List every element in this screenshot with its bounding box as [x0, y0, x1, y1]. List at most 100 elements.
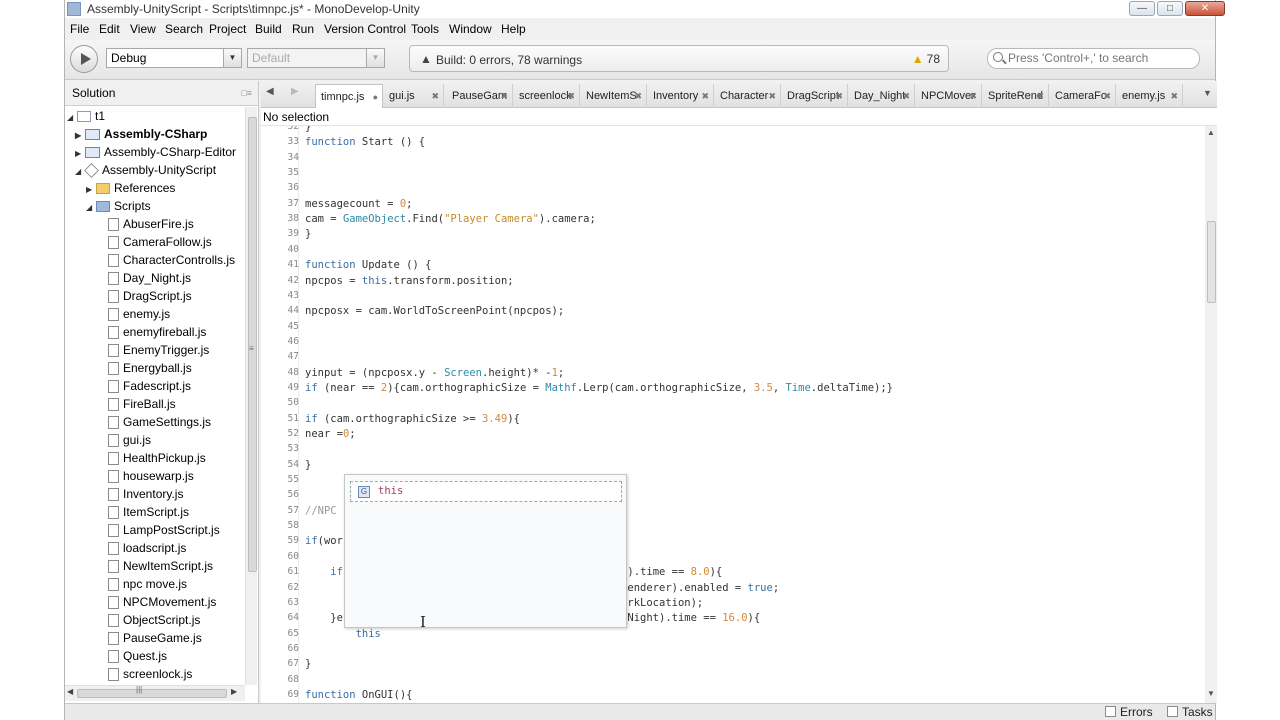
menu-search[interactable]: Search — [165, 22, 203, 36]
script-file-item[interactable]: LampPostScript.js — [108, 521, 220, 539]
build-status-panel[interactable]: ▲ Build: 0 errors, 78 warnings ▲ 78 — [409, 45, 949, 72]
code-line[interactable]: } — [305, 459, 311, 471]
tab-timnpc[interactable]: timnpc.js ● — [315, 84, 383, 109]
code-line[interactable]: if(wor — [305, 535, 343, 547]
tab-scroll-left-icon[interactable]: ◀ — [266, 86, 274, 97]
script-file-item[interactable]: npc move.js — [108, 575, 187, 593]
script-file-item[interactable]: GameSettings.js — [108, 413, 211, 431]
close-tab-icon[interactable]: ✖ — [1170, 84, 1178, 108]
minimize-button[interactable]: — — [1129, 1, 1155, 16]
close-tab-icon[interactable]: ✖ — [431, 84, 439, 108]
tab-inventory[interactable]: Inventory ✖ — [648, 84, 714, 108]
script-file-item[interactable]: Day_Night.js — [108, 269, 191, 287]
script-file-item[interactable]: ItemScript.js — [108, 503, 189, 521]
menu-help[interactable]: Help — [501, 22, 526, 36]
menu-run[interactable]: Run — [292, 22, 314, 36]
tree-node-project[interactable]: ▶ Assembly-CSharp — [75, 125, 207, 143]
script-file-item[interactable]: ObjectScript.js — [108, 611, 200, 629]
code-line[interactable]: //NPC — [305, 505, 337, 517]
close-tab-icon[interactable]: ✖ — [902, 84, 910, 108]
script-file-item[interactable]: Inventory.js — [108, 485, 183, 503]
code-line[interactable]: function OnGUI(){ — [305, 689, 412, 701]
tree-node-solution[interactable]: ◢ t1 — [67, 107, 105, 125]
scroll-right-icon[interactable]: ▶ — [231, 687, 237, 696]
tab-screenlock[interactable]: screenlock ✖ — [514, 84, 580, 108]
warning-count[interactable]: ▲ 78 — [912, 52, 940, 66]
tab-character[interactable]: Character ✖ — [715, 84, 781, 108]
script-file-item[interactable]: PauseGame.js — [108, 629, 202, 647]
collapse-icon[interactable]: ◢ — [75, 163, 85, 181]
tab-newitemscript[interactable]: NewItemS ✖ — [581, 84, 647, 108]
scroll-up-icon[interactable]: ▲ — [1207, 128, 1215, 137]
tab-day-night[interactable]: Day_Night ✖ — [849, 84, 915, 108]
script-file-item[interactable]: DragScript.js — [108, 287, 192, 305]
chevron-down-icon[interactable]: ▼ — [223, 49, 241, 67]
code-line[interactable]: if (near == 2){cam.orthographicSize = Ma… — [305, 382, 893, 394]
tab-list-dropdown-icon[interactable]: ▼ — [1203, 88, 1212, 98]
tab-dragscript[interactable]: DragScript ✖ — [782, 84, 848, 108]
tab-scroll-right-icon[interactable]: ▶ — [291, 86, 299, 97]
collapse-icon[interactable]: ◢ — [86, 199, 96, 217]
close-tab-icon[interactable]: ✖ — [969, 84, 977, 108]
menu-file[interactable]: File — [70, 22, 89, 36]
close-tab-icon[interactable]: ✖ — [1103, 84, 1111, 108]
tasks-pad-button[interactable]: Tasks — [1167, 705, 1213, 719]
tree-node-project[interactable]: ▶ Assembly-CSharp-Editor — [75, 143, 236, 161]
run-button[interactable] — [70, 45, 98, 73]
menu-edit[interactable]: Edit — [99, 22, 120, 36]
tab-camerafollow[interactable]: CameraFo ✖ — [1050, 84, 1116, 108]
tab-spriterenderer[interactable]: SpriteRend ✖ — [983, 84, 1049, 108]
script-file-item[interactable]: EnemyTrigger.js — [108, 341, 209, 359]
script-file-item[interactable]: FireBall.js — [108, 395, 176, 413]
tree-node-project[interactable]: ◢ Assembly-UnityScript — [75, 161, 216, 179]
tab-enemy[interactable]: enemy.js ✖ — [1117, 84, 1183, 108]
script-file-item[interactable]: AbuserFire.js — [108, 215, 194, 233]
menu-project[interactable]: Project — [209, 22, 246, 36]
script-file-item[interactable]: housewarp.js — [108, 467, 194, 485]
tree-vertical-scrollbar[interactable]: ≡ — [245, 107, 257, 685]
script-file-item[interactable]: Fadescript.js — [108, 377, 191, 395]
script-file-item[interactable]: NPCMovement.js — [108, 593, 216, 611]
tab-npcmovement[interactable]: NPCMover ✖ — [916, 84, 982, 108]
tree-horizontal-scrollbar[interactable]: ◀ ||| ▶ — [65, 685, 245, 701]
code-line[interactable]: function Update () { — [305, 259, 431, 271]
close-tab-icon[interactable]: ✖ — [1036, 84, 1044, 108]
code-completion-popup[interactable]: G this — [344, 474, 627, 628]
code-line[interactable]: messagecount = 0; — [305, 198, 412, 210]
chevron-down-icon[interactable]: ▼ — [366, 49, 384, 67]
platform-select[interactable]: Default ▼ — [247, 48, 385, 68]
scroll-left-icon[interactable]: ◀ — [67, 687, 73, 696]
close-tab-icon[interactable]: ✖ — [500, 84, 508, 108]
menu-version-control[interactable]: Version Control — [324, 22, 406, 36]
script-file-item[interactable]: screenlock.js — [108, 665, 192, 683]
tab-gui[interactable]: gui.js ✖ — [384, 84, 444, 108]
script-file-item[interactable]: enemy.js — [108, 305, 170, 323]
close-tab-icon[interactable]: ✖ — [567, 84, 575, 108]
completion-item[interactable]: G this — [350, 481, 622, 502]
menu-view[interactable]: View — [130, 22, 156, 36]
scroll-down-icon[interactable]: ▼ — [1207, 689, 1215, 698]
code-line[interactable]: } — [305, 658, 311, 670]
script-file-item[interactable]: gui.js — [108, 431, 151, 449]
dock-icon[interactable]: □≡ — [241, 81, 252, 106]
code-line[interactable]: npcposx = cam.WorldToScreenPoint(npcpos)… — [305, 305, 564, 317]
menu-tools[interactable]: Tools — [411, 22, 439, 36]
maximize-button[interactable]: □ — [1157, 1, 1183, 16]
tree-node-references[interactable]: ▶ References — [86, 179, 175, 197]
code-line[interactable]: near =0; — [305, 428, 356, 440]
close-tab-icon[interactable]: ✖ — [835, 84, 843, 108]
configuration-select[interactable]: Debug ▼ — [106, 48, 242, 68]
script-file-item[interactable]: NewItemScript.js — [108, 557, 213, 575]
code-line[interactable]: function Start () { — [305, 136, 425, 148]
code-line[interactable]: cam = GameObject.Find("Player Camera").c… — [305, 213, 596, 225]
script-file-item[interactable]: HealthPickup.js — [108, 449, 206, 467]
script-file-item[interactable]: Quest.js — [108, 647, 167, 665]
close-tab-icon[interactable]: ✖ — [701, 84, 709, 108]
editor-vertical-scrollbar[interactable]: ▲ ▼ — [1205, 126, 1217, 703]
scroll-thumb[interactable] — [77, 689, 227, 698]
errors-pad-button[interactable]: Errors — [1105, 705, 1153, 719]
close-tab-icon[interactable]: ✖ — [634, 84, 642, 108]
code-line[interactable]: } — [305, 228, 311, 240]
script-file-item[interactable]: Energyball.js — [108, 359, 192, 377]
code-line[interactable]: yinput = (npcposx.y - Screen.height)* -1… — [305, 367, 564, 379]
